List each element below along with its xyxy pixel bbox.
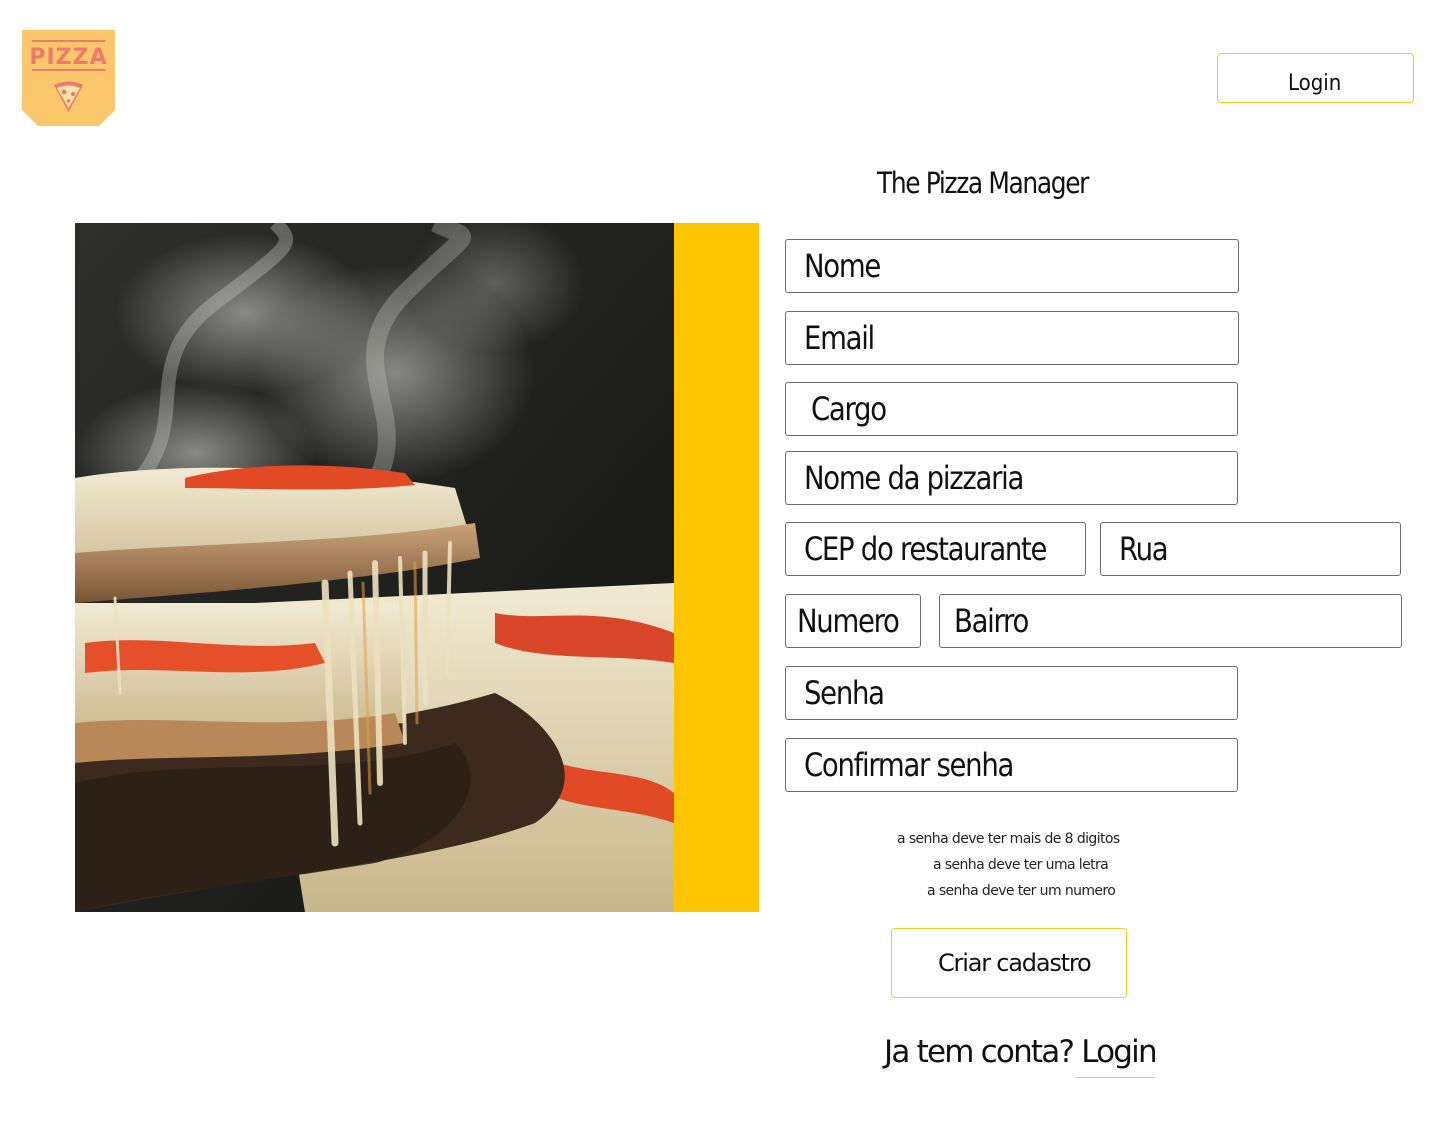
header-login-button[interactable]: Login bbox=[1217, 53, 1414, 103]
bairro-field[interactable]: Bairro bbox=[939, 594, 1402, 648]
accent-bar bbox=[674, 223, 759, 912]
password-rules: a senha deve ter mais de 8 digitos a sen… bbox=[860, 826, 1160, 904]
password-rule: a senha deve ter mais de 8 digitos bbox=[897, 831, 1120, 847]
page-title: The Pizza Manager bbox=[877, 166, 1089, 200]
rua-field[interactable]: Rua bbox=[1100, 522, 1401, 576]
senha-field[interactable]: Senha bbox=[785, 666, 1238, 720]
login-prompt-text: Ja tem conta? bbox=[884, 1034, 1082, 1070]
password-rule: a senha deve ter uma letra bbox=[933, 857, 1109, 873]
footer-login-link[interactable]: Login bbox=[1081, 1034, 1157, 1070]
nome-pizzaria-field[interactable]: Nome da pizzaria bbox=[785, 451, 1238, 505]
numero-field[interactable]: Numero bbox=[785, 594, 921, 648]
cargo-field[interactable]: Cargo bbox=[785, 382, 1238, 436]
pizza-logo[interactable]: PIZZA bbox=[22, 30, 115, 126]
login-link-underline bbox=[1075, 1077, 1155, 1078]
cep-field[interactable]: CEP do restaurante bbox=[785, 522, 1086, 576]
confirmar-senha-field[interactable]: Confirmar senha bbox=[785, 738, 1238, 792]
criar-cadastro-button[interactable]: Criar cadastro bbox=[891, 928, 1127, 998]
password-rule: a senha deve ter um numero bbox=[927, 883, 1116, 899]
login-prompt: Ja tem conta? Login bbox=[884, 1034, 1158, 1070]
logo-text: PIZZA bbox=[29, 45, 107, 70]
nome-field[interactable]: Nome bbox=[785, 239, 1239, 293]
pizza-hero-image bbox=[75, 223, 674, 912]
email-field[interactable]: Email bbox=[785, 311, 1239, 365]
